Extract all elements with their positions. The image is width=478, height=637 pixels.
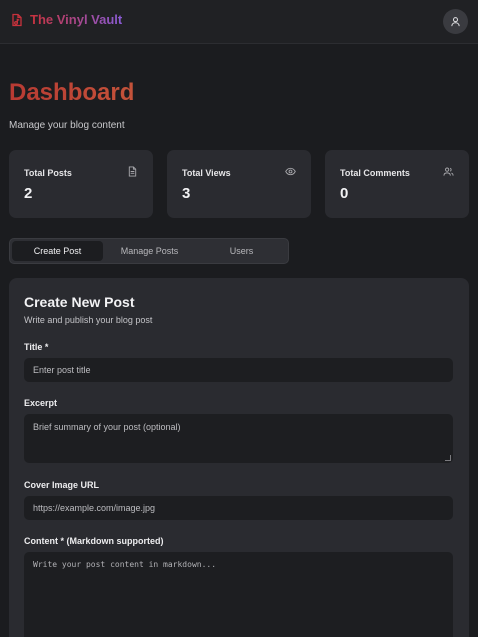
cover-image-label: Cover Image URL <box>24 480 100 490</box>
brand-name: The Vinyl Vault <box>30 12 123 27</box>
document-icon <box>128 166 137 177</box>
tab-create-post[interactable]: Create Post <box>12 241 103 261</box>
cover-image-url-input[interactable]: https://example.com/image.jpg <box>24 496 453 520</box>
stat-card-total-views: Total Views 3 <box>167 150 311 218</box>
create-post-card: Create New Post Write and publish your b… <box>9 278 469 637</box>
resize-handle[interactable] <box>445 455 451 461</box>
title-input[interactable]: Enter post title <box>24 358 453 382</box>
form-title: Create New Post <box>24 294 135 310</box>
user-menu-button[interactable] <box>443 9 468 34</box>
content-placeholder: Write your post content in markdown... <box>33 560 217 569</box>
excerpt-textarea[interactable]: Brief summary of your post (optional) <box>24 414 453 463</box>
stat-value: 0 <box>340 185 349 202</box>
brand-logo[interactable]: The Vinyl Vault <box>10 12 122 27</box>
top-navbar: The Vinyl Vault <box>0 0 478 44</box>
music-file-icon <box>12 13 22 26</box>
tab-users[interactable]: Users <box>196 241 287 261</box>
stat-label: Total Comments <box>340 168 410 178</box>
page-title: Dashboard <box>9 79 135 106</box>
users-icon <box>443 167 454 176</box>
page-subtitle: Manage your blog content <box>9 120 125 131</box>
user-icon <box>451 17 460 27</box>
content-label: Content * (Markdown supported) <box>24 536 164 546</box>
content-textarea[interactable]: Write your post content in markdown... <box>24 552 453 637</box>
stat-label: Total Posts <box>24 168 72 178</box>
title-label: Title * <box>24 342 49 352</box>
stat-value: 3 <box>182 185 191 202</box>
stat-card-total-comments: Total Comments 0 <box>325 150 469 218</box>
dashboard-tabs: Create Post Manage Posts Users <box>9 238 289 264</box>
stat-card-total-posts: Total Posts 2 <box>9 150 153 218</box>
excerpt-label: Excerpt <box>24 398 58 408</box>
form-subtitle: Write and publish your blog post <box>24 315 153 325</box>
excerpt-placeholder: Brief summary of your post (optional) <box>33 422 181 432</box>
stat-label: Total Views <box>182 168 231 178</box>
tab-manage-posts[interactable]: Manage Posts <box>104 241 195 261</box>
eye-icon <box>285 167 296 176</box>
stat-value: 2 <box>24 185 33 202</box>
